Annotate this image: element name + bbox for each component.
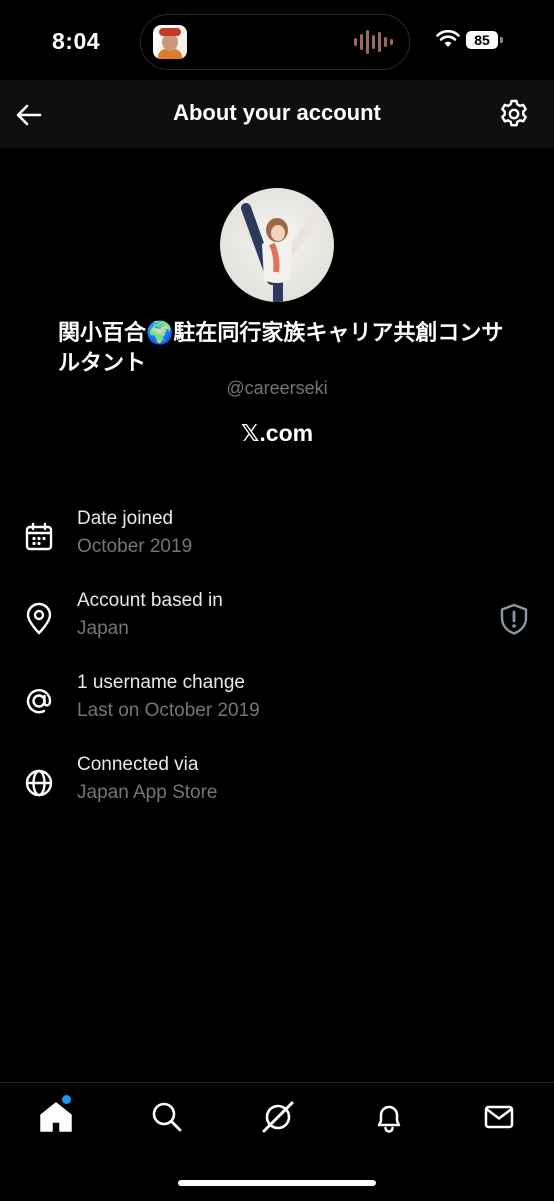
row-subtitle: October 2019: [77, 536, 193, 557]
site-label: 𝕏.com: [240, 420, 314, 446]
top-app-bar: About your account: [0, 80, 554, 148]
search-icon[interactable]: [149, 1099, 185, 1135]
gear-icon[interactable]: [498, 98, 530, 130]
dynamic-island[interactable]: [140, 14, 410, 70]
home-indicator[interactable]: [178, 1180, 376, 1186]
notification-dot: [62, 1095, 71, 1104]
page-title: About your account: [173, 100, 381, 125]
row-subtitle: Japan: [77, 618, 129, 639]
live-activity-app-icon[interactable]: [153, 25, 187, 59]
avatar-photo: [233, 203, 323, 302]
globe-icon: [25, 769, 53, 797]
calendar-icon: [25, 522, 53, 551]
row-title: Account based in: [77, 590, 223, 611]
row-title: Connected via: [77, 754, 199, 775]
home-icon[interactable]: [38, 1099, 74, 1135]
row-title: 1 username change: [77, 672, 245, 693]
info-row-account-based-in: Account based in Japan: [0, 588, 554, 652]
avatar[interactable]: [220, 188, 334, 302]
row-subtitle: Last on October 2019: [77, 700, 260, 721]
location-pin-icon: [26, 602, 52, 635]
info-row-connected-via: Connected via Japan App Store: [0, 752, 554, 816]
row-title: Date joined: [77, 508, 174, 529]
wifi-icon: [436, 30, 460, 47]
status-bar: 8:04 85: [0, 0, 554, 80]
bell-icon[interactable]: [371, 1099, 407, 1135]
row-subtitle: Japan App Store: [77, 782, 218, 803]
profile-handle: @careerseki: [226, 378, 328, 398]
at-sign-icon: [26, 689, 52, 714]
waveform-icon: [354, 29, 393, 55]
grok-icon[interactable]: [260, 1099, 296, 1135]
status-time: 8:04: [52, 28, 101, 54]
battery-icon: 85: [466, 31, 498, 49]
info-row-date-joined: Date joined October 2019: [0, 506, 554, 570]
battery-tip: [500, 37, 503, 43]
profile-display-name: 関小百合🌍駐在同行家族キャリア共創コンサルタント: [58, 320, 504, 375]
info-row-username-change: 1 username change Last on October 2019: [0, 670, 554, 734]
mail-icon[interactable]: [481, 1099, 517, 1135]
shield-alert-icon[interactable]: [498, 602, 530, 636]
